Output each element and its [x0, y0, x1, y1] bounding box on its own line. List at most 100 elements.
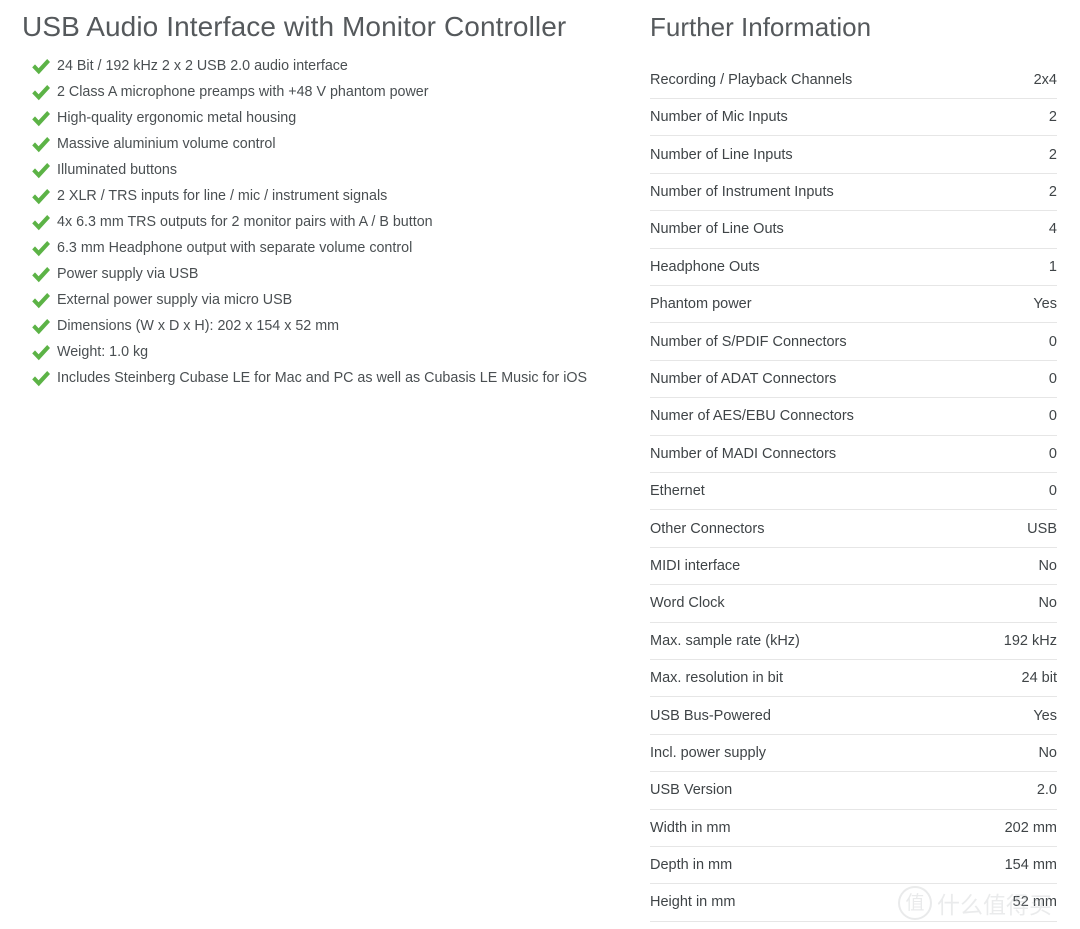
- specifications-table-body: Recording / Playback Channels 2x4 Number o…: [650, 61, 1057, 922]
- spec-label: Max. sample rate (kHz): [650, 622, 973, 660]
- table-row: Numer of AES/EBU Connectors 0: [650, 397, 1057, 436]
- specifications-table: Recording / Playback Channels 2x4 Number o…: [650, 61, 1057, 922]
- spec-label: Phantom power: [650, 285, 973, 324]
- spec-label: Number of Mic Inputs: [650, 98, 973, 137]
- further-information-column: Further Information Recording / Playback…: [640, 0, 1080, 922]
- spec-value: 0: [972, 360, 1057, 399]
- table-row: Width in mm 202 mm: [650, 809, 1057, 847]
- feature-item: Includes Steinberg Cubase LE for Mac and…: [0, 368, 640, 394]
- spec-label: Ethernet: [650, 472, 973, 511]
- spec-value: 202 mm: [972, 809, 1057, 847]
- spec-label: Width in mm: [650, 809, 973, 847]
- table-row: Depth in mm 154 mm: [650, 846, 1057, 885]
- check-icon: [30, 83, 52, 103]
- spec-value: 24 bit: [972, 659, 1057, 698]
- spec-label: Headphone Outs: [650, 248, 973, 287]
- check-icon: [30, 109, 52, 129]
- table-row: MIDI interface No: [650, 547, 1057, 586]
- feature-text: Massive aluminium volume control: [57, 135, 276, 152]
- further-information-title: Further Information: [650, 12, 872, 42]
- spec-label: USB Bus-Powered: [650, 696, 973, 735]
- table-row: Height in mm 52 mm: [650, 883, 1057, 922]
- feature-text: Illuminated buttons: [57, 161, 178, 178]
- check-icon: [30, 317, 52, 337]
- spec-value: 2x4: [972, 61, 1057, 100]
- feature-item: 2 XLR / TRS inputs for line / mic / inst…: [0, 186, 640, 212]
- spec-value: 192 kHz: [972, 622, 1057, 660]
- spec-label: Max. resolution in bit: [650, 659, 973, 698]
- table-row: Number of Mic Inputs 2: [650, 98, 1057, 137]
- spec-label: Height in mm: [650, 883, 973, 922]
- spec-label: USB Version: [650, 771, 973, 810]
- feature-text: Power supply via USB: [57, 265, 199, 282]
- table-row: Number of Line Inputs 2: [650, 135, 1057, 174]
- spec-value: 0: [972, 397, 1057, 436]
- spec-value: No: [972, 547, 1057, 586]
- check-icon: [30, 291, 52, 311]
- spec-value: 52 mm: [972, 883, 1057, 922]
- spec-value: 2: [972, 173, 1057, 212]
- spec-value: 154 mm: [972, 846, 1057, 885]
- table-row: Number of ADAT Connectors 0: [650, 360, 1057, 399]
- feature-text: 24 Bit / 192 kHz 2 x 2 USB 2.0 audio int…: [57, 57, 348, 74]
- product-features-column: USB Audio Interface with Monitor Control…: [0, 0, 640, 394]
- spec-label: Number of S/PDIF Connectors: [650, 322, 973, 361]
- table-row: Incl. power supply No: [650, 734, 1057, 773]
- feature-item: 2 Class A microphone preamps with +48 V …: [0, 82, 640, 108]
- check-icon: [30, 213, 52, 233]
- spec-value: 2: [972, 135, 1057, 174]
- feature-text: High-quality ergonomic metal housing: [57, 109, 297, 126]
- feature-text: 6.3 mm Headphone output with separate vo…: [57, 239, 413, 256]
- spec-value: USB: [972, 509, 1057, 548]
- table-row: Other Connectors USB: [650, 509, 1057, 548]
- feature-text: Weight: 1.0 kg: [57, 343, 149, 360]
- product-detail-page: USB Audio Interface with Monitor Control…: [0, 0, 1080, 929]
- spec-value: Yes: [972, 285, 1057, 324]
- spec-label: Number of Instrument Inputs: [650, 173, 973, 212]
- table-row: Number of Line Outs 4: [650, 210, 1057, 249]
- spec-label: Number of ADAT Connectors: [650, 360, 973, 399]
- spec-value: No: [972, 734, 1057, 773]
- table-row: Headphone Outs 1: [650, 248, 1057, 287]
- feature-item: High-quality ergonomic metal housing: [0, 108, 640, 134]
- feature-item: 6.3 mm Headphone output with separate vo…: [0, 238, 640, 264]
- table-row: Phantom power Yes: [650, 285, 1057, 324]
- spec-label: Recording / Playback Channels: [650, 61, 973, 100]
- spec-value: No: [972, 584, 1057, 623]
- spec-value: 1: [972, 248, 1057, 287]
- spec-label: Incl. power supply: [650, 734, 973, 773]
- spec-value: Yes: [972, 696, 1057, 735]
- feature-text: External power supply via micro USB: [57, 291, 293, 308]
- spec-value: 2: [972, 98, 1057, 137]
- spec-value: 0: [972, 472, 1057, 511]
- check-icon: [30, 187, 52, 207]
- spec-label: Word Clock: [650, 584, 973, 623]
- table-row: Number of S/PDIF Connectors 0: [650, 322, 1057, 361]
- feature-item: 4x 6.3 mm TRS outputs for 2 monitor pair…: [0, 212, 640, 238]
- feature-item: 24 Bit / 192 kHz 2 x 2 USB 2.0 audio int…: [0, 56, 640, 82]
- feature-item: External power supply via micro USB: [0, 290, 640, 316]
- table-row: USB Version 2.0: [650, 771, 1057, 810]
- page-title: USB Audio Interface with Monitor Control…: [22, 11, 567, 42]
- feature-text: Includes Steinberg Cubase LE for Mac and…: [57, 369, 588, 386]
- spec-label: MIDI interface: [650, 547, 973, 586]
- feature-item: Illuminated buttons: [0, 160, 640, 186]
- feature-list: 24 Bit / 192 kHz 2 x 2 USB 2.0 audio int…: [0, 44, 640, 394]
- check-icon: [30, 161, 52, 181]
- feature-text: 2 XLR / TRS inputs for line / mic / inst…: [57, 187, 388, 204]
- table-row: Max. resolution in bit 24 bit: [650, 659, 1057, 698]
- spec-label: Other Connectors: [650, 509, 973, 548]
- feature-text: 4x 6.3 mm TRS outputs for 2 monitor pair…: [57, 213, 433, 230]
- feature-text: Dimensions (W x D x H): 202 x 154 x 52 m…: [57, 317, 340, 334]
- check-icon: [30, 57, 52, 77]
- feature-item: Power supply via USB: [0, 264, 640, 290]
- feature-text: 2 Class A microphone preamps with +48 V …: [57, 83, 429, 100]
- spec-label: Number of Line Outs: [650, 210, 973, 249]
- spec-label: Number of MADI Connectors: [650, 435, 973, 473]
- spec-label: Numer of AES/EBU Connectors: [650, 397, 973, 436]
- check-icon: [30, 369, 52, 389]
- table-row: Number of Instrument Inputs 2: [650, 173, 1057, 212]
- spec-value: 0: [972, 322, 1057, 361]
- table-row: Recording / Playback Channels 2x4: [650, 61, 1057, 100]
- spec-label: Depth in mm: [650, 846, 973, 885]
